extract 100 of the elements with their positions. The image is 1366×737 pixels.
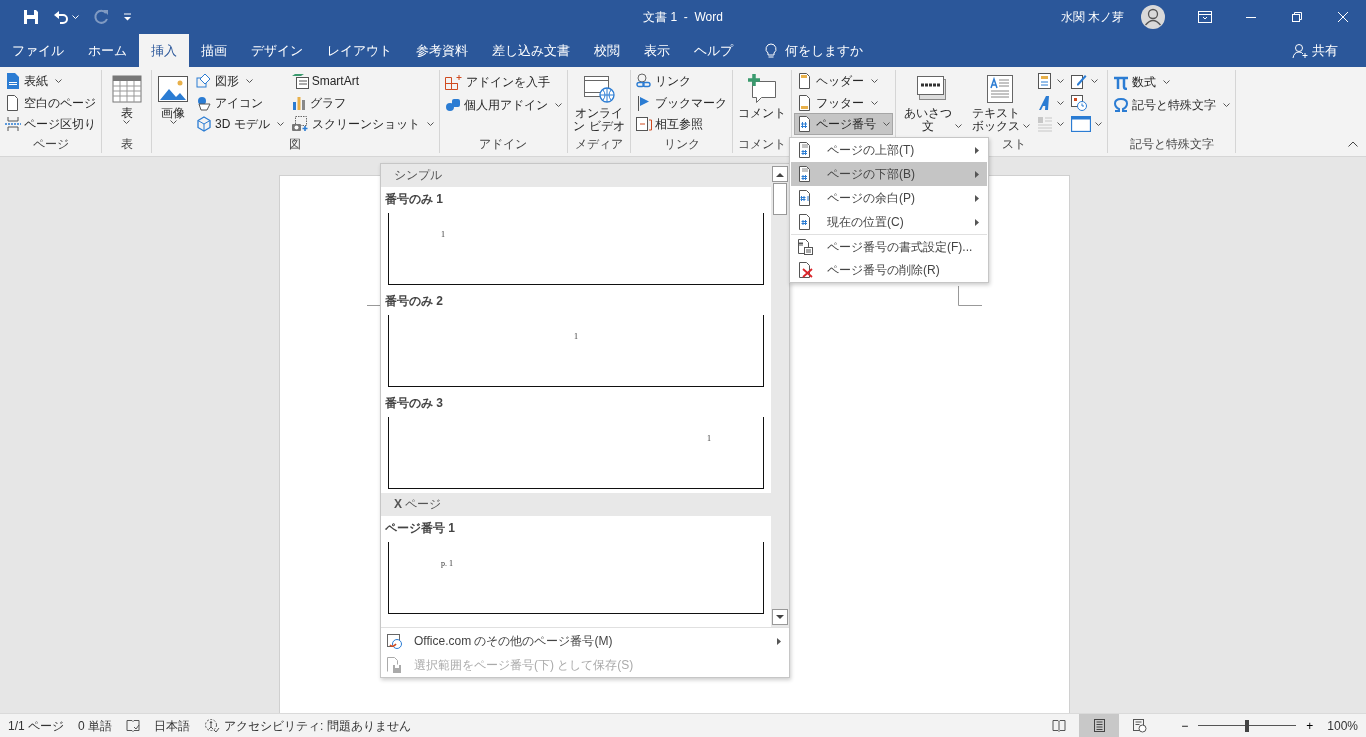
- format-page-number-icon: [797, 238, 813, 255]
- menu-item[interactable]: ページの上部(T): [791, 138, 987, 162]
- page-icon: [1091, 718, 1107, 733]
- ribbon-button[interactable]: 記号と特殊文字: [1110, 93, 1234, 116]
- ribbon-button[interactable]: 空白のページ: [2, 91, 99, 114]
- caret-icon: [883, 122, 891, 127]
- zoom-out-button[interactable]: −: [1175, 715, 1195, 736]
- ribbon-button[interactable]: 図形: [193, 70, 287, 92]
- caret-icon: [72, 15, 79, 19]
- ribbon-button[interactable]: 3D モデル: [193, 113, 287, 135]
- submenu-arrow-icon: [975, 194, 979, 202]
- avatar-icon: [1140, 4, 1166, 30]
- group-label: 表: [120, 137, 133, 151]
- blank-page-icon: [5, 94, 21, 111]
- video-icon: [583, 73, 616, 105]
- redo-icon: [93, 9, 109, 25]
- tell-me-search[interactable]: 何をしますか: [759, 34, 869, 67]
- minimize-icon: [1246, 16, 1256, 18]
- gallery-item-label: 番号のみ 2: [384, 293, 444, 310]
- link-icon: [636, 72, 653, 89]
- ribbon-tab[interactable]: レイアウト: [315, 34, 404, 67]
- caret-icon: [871, 78, 879, 83]
- scroll-up-button[interactable]: [772, 166, 788, 182]
- share-button[interactable]: 共有: [1286, 34, 1344, 67]
- ribbon-button[interactable]: 相互参照: [633, 113, 731, 135]
- page-count: 1/1 ページ: [8, 717, 64, 735]
- ribbon-button[interactable]: リンク: [633, 70, 731, 92]
- zoom-in-button[interactable]: +: [1300, 715, 1320, 736]
- ribbon-button[interactable]: オンライン ビデオ: [569, 70, 629, 134]
- ribbon-button[interactable]: 表紙: [2, 70, 99, 92]
- ribbon-tab[interactable]: 表示: [632, 34, 682, 67]
- ribbon-button[interactable]: アイコン: [193, 91, 287, 114]
- page-number-preview[interactable]: 1: [388, 315, 764, 387]
- dropdown-icon: [123, 13, 132, 21]
- ribbon-button[interactable]: グラフ: [287, 91, 437, 114]
- quick-parts-icon: [1037, 72, 1054, 89]
- submenu-arrow-icon: [777, 637, 781, 645]
- ribbon-button[interactable]: 画像: [154, 70, 192, 125]
- table-icon: [110, 73, 143, 105]
- ribbon-button[interactable]: 数式: [1110, 70, 1234, 93]
- ribbon-button[interactable]: SmartArt: [287, 70, 437, 92]
- slider-thumb[interactable]: [1245, 719, 1250, 732]
- ribbon-button[interactable]: 個人用アドイン: [441, 93, 565, 116]
- ribbon-button[interactable]: 表: [107, 70, 146, 125]
- caret-icon: [276, 122, 284, 127]
- accessibility-status[interactable]: アクセシビリティ: 問題ありません: [204, 716, 411, 735]
- ribbon-tab[interactable]: 校閲: [582, 34, 632, 67]
- ribbon-tab[interactable]: 描画: [189, 34, 239, 67]
- ribbon-tab[interactable]: ホーム: [76, 34, 139, 67]
- user-name: 水関 木ノ芽: [1060, 9, 1124, 26]
- bar-chart-icon: [290, 94, 307, 111]
- ribbon-button[interactable]: ページ番号: [794, 113, 894, 135]
- menu-item[interactable]: 現在の位置(C): [791, 210, 987, 234]
- ribbon-button[interactable]: フッター: [794, 91, 894, 114]
- cross-reference-icon: [636, 116, 653, 133]
- accessibility-icon: [204, 717, 221, 734]
- submenu-arrow-icon: [975, 146, 979, 154]
- remove-page-number-icon: [797, 262, 813, 278]
- caret-icon: [55, 78, 62, 83]
- group-label: アドイン: [479, 137, 528, 151]
- crop-mark: [367, 305, 380, 306]
- ribbon-tab[interactable]: ヘルプ: [682, 34, 745, 67]
- ribbon-tab[interactable]: 挿入: [139, 34, 189, 67]
- ribbon-button[interactable]: ページ区切り: [2, 113, 99, 135]
- menu-item[interactable]: Office.com のその他のページ番号(M): [381, 629, 789, 653]
- ribbon-tab[interactable]: 差し込み文書: [480, 34, 582, 67]
- submenu-arrow-icon: [975, 218, 979, 226]
- ribbon-button[interactable]: ヘッダー: [794, 70, 894, 92]
- cover-page-icon: [5, 72, 21, 89]
- page-number-preview[interactable]: p. 1: [388, 542, 764, 614]
- menu-item[interactable]: ページの下部(B): [791, 162, 987, 186]
- ribbon-button[interactable]: スクリーンショット: [287, 113, 437, 135]
- menu-item[interactable]: ページの余白(P): [791, 186, 987, 210]
- add-in-shapes-icon: [444, 96, 461, 113]
- page-number-preview[interactable]: 1: [388, 213, 764, 285]
- ribbon-button[interactable]: ブックマーク: [633, 91, 731, 114]
- add-in-icon: [444, 73, 463, 90]
- ribbon-button[interactable]: コメント: [735, 70, 790, 121]
- object-icon: [1071, 116, 1092, 133]
- ribbon-tab[interactable]: ファイル: [0, 34, 76, 67]
- ribbon-tab[interactable]: 参考資料: [404, 34, 480, 67]
- close-icon: [1338, 12, 1348, 22]
- ribbon-options-icon: [1198, 11, 1212, 23]
- menu-item[interactable]: ページ番号の削除(R): [791, 258, 987, 282]
- caret-icon: [426, 122, 434, 127]
- person-add-icon: [1292, 42, 1308, 59]
- ribbon-button[interactable]: あいさつ文: [898, 70, 966, 134]
- scroll-down-button[interactable]: [772, 609, 788, 625]
- ribbon-tab[interactable]: デザイン: [239, 34, 315, 67]
- undo-icon: [53, 9, 69, 25]
- cube-icon: [196, 116, 212, 133]
- print-layout-button[interactable]: [1079, 714, 1120, 737]
- caret-icon: [1057, 100, 1065, 105]
- ribbon-button[interactable]: テキストボックス: [966, 70, 1034, 134]
- language-label: 日本語: [154, 717, 191, 735]
- ribbon-button[interactable]: アドインを入手: [441, 70, 565, 93]
- menu-item[interactable]: ページ番号の書式設定(F)...: [791, 234, 987, 258]
- page-number-preview[interactable]: 1: [388, 417, 764, 489]
- scrollbar-thumb[interactable]: [773, 183, 787, 215]
- caret-icon: [1163, 79, 1171, 84]
